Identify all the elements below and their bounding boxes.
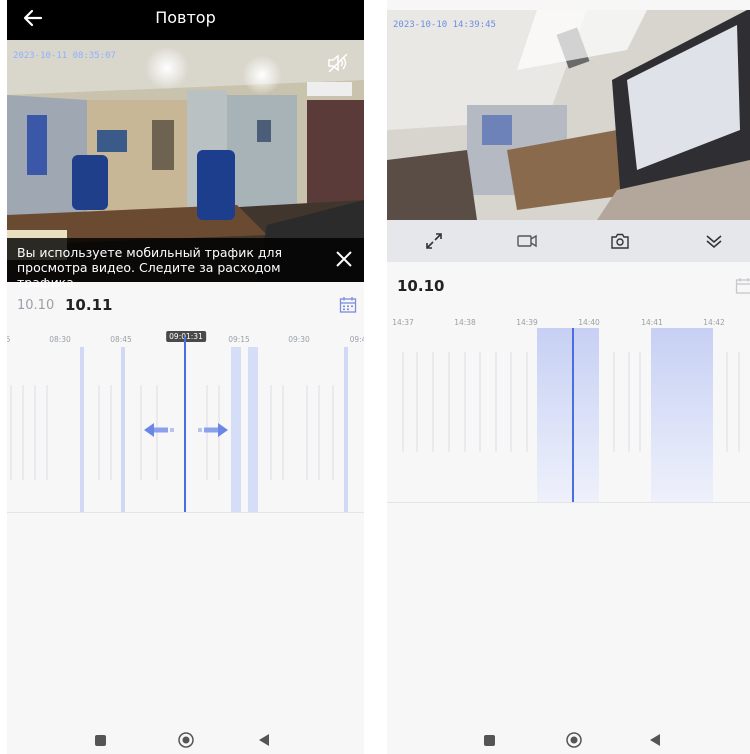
back-triangle-icon[interactable]: [649, 733, 661, 747]
back-triangle-icon[interactable]: [258, 733, 270, 747]
recents-icon[interactable]: [95, 735, 106, 746]
notice-text: Вы используете мобильный трафик для прос…: [17, 245, 283, 290]
calendar-icon[interactable]: [735, 277, 750, 295]
timeline-label: 09:15: [228, 335, 250, 344]
date-current[interactable]: 10.10: [397, 277, 444, 295]
timeline[interactable]: 14:37 14:38 14:39 14:40 14:41 14:42: [387, 312, 750, 504]
top-bar: Повтор: [7, 0, 364, 40]
timeline-label: 14:42: [703, 318, 725, 327]
timeline-cursor[interactable]: [572, 328, 574, 502]
timeline-divider: [7, 512, 364, 513]
record-icon[interactable]: [516, 230, 538, 252]
drag-hint-arrows-icon: [144, 423, 228, 437]
timeline-label: 08:45: [110, 335, 132, 344]
timeline-label: 14:41: [641, 318, 663, 327]
playback-screen-right: 2023-10-10 14:39:45 10.10 14:37 14:38 14…: [387, 0, 750, 754]
timeline-label: 5: [7, 335, 11, 344]
timeline-label: 14:40: [578, 318, 600, 327]
video-player[interactable]: 2023-10-10 14:39:45: [387, 10, 750, 220]
timeline-label: 14:38: [454, 318, 476, 327]
camera-icon[interactable]: [609, 230, 631, 252]
cursor-time-badge: 09:01:31: [166, 331, 206, 342]
close-icon[interactable]: [334, 249, 354, 269]
playback-screen-left: Повтор 2023-10-11 08:35:07 Вы использует…: [7, 0, 364, 754]
home-icon[interactable]: [566, 732, 582, 748]
player-controls: [387, 220, 750, 262]
home-icon[interactable]: [178, 732, 194, 748]
collapse-icon[interactable]: [703, 230, 725, 252]
timeline-label: 14:37: [392, 318, 414, 327]
timeline-ticks: [402, 352, 740, 452]
video-frame: [387, 10, 750, 220]
mobile-data-notice: Вы используете мобильный трафик для прос…: [7, 238, 364, 290]
system-nav-bar: [7, 724, 364, 754]
fullscreen-icon[interactable]: [423, 230, 445, 252]
page-title: Повтор: [155, 8, 216, 27]
timeline-label: 08:30: [49, 335, 71, 344]
calendar-icon[interactable]: [339, 296, 357, 314]
date-bar: 10.10 10.11: [7, 285, 364, 325]
video-timestamp: 2023-10-11 08:35:07: [13, 51, 116, 61]
timeline-label: 14:39: [516, 318, 538, 327]
video-timestamp: 2023-10-10 14:39:45: [393, 20, 496, 30]
date-bar: 10.10: [387, 266, 750, 306]
date-previous[interactable]: 10.10: [17, 298, 54, 313]
timeline[interactable]: 5 08:30 08:45 09:15 09:30 09:4 09:01:31: [7, 325, 364, 515]
mute-icon[interactable]: [326, 52, 350, 74]
timeline-label: 09:30: [288, 335, 310, 344]
date-current[interactable]: 10.11: [65, 296, 112, 314]
system-nav-bar: [387, 724, 750, 754]
timeline-divider: [387, 502, 750, 503]
timeline-label: 09:4: [349, 335, 364, 344]
recents-icon[interactable]: [484, 735, 495, 746]
